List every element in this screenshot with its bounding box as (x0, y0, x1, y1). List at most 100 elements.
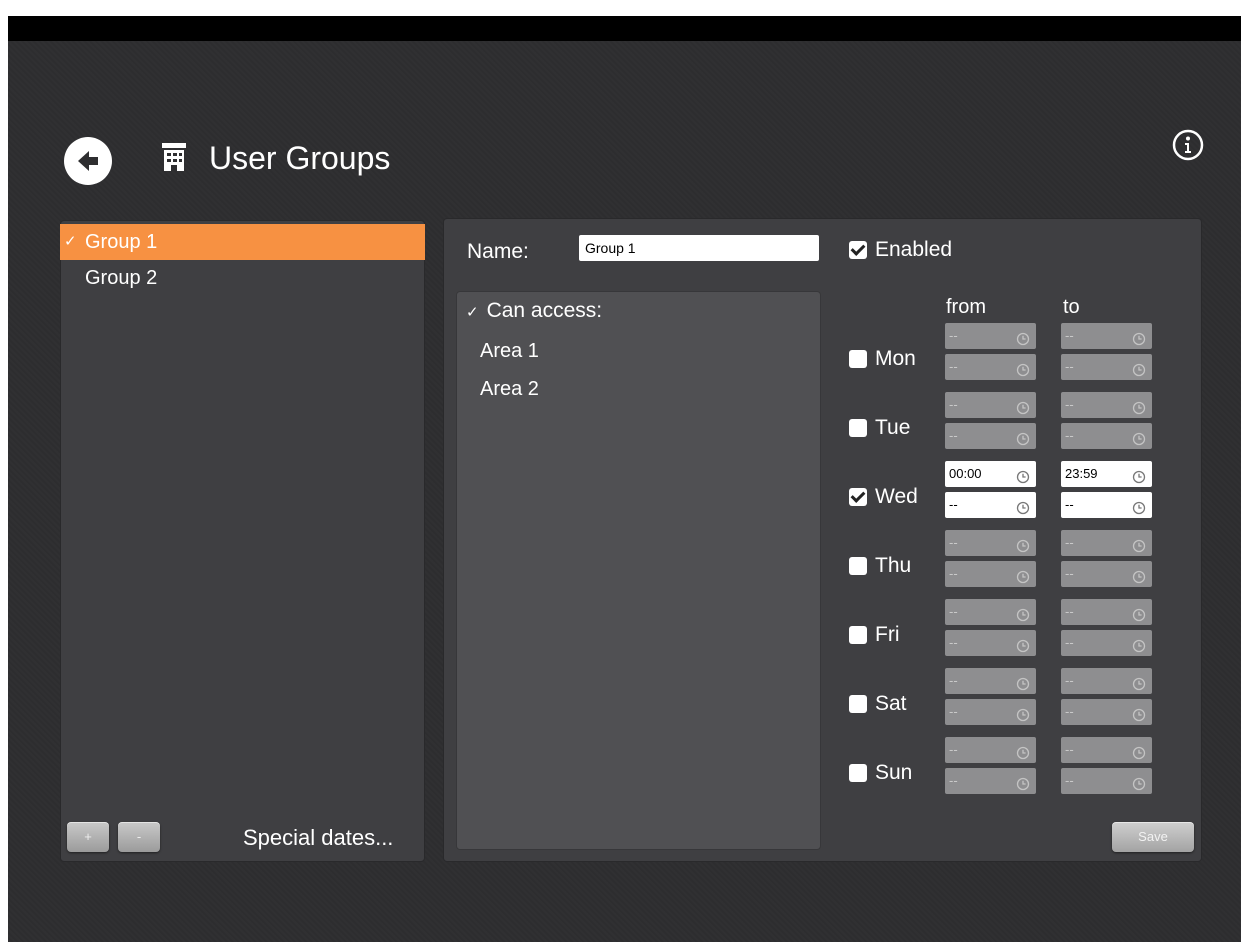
day-toggle-sat[interactable]: Sat (849, 690, 907, 718)
day-toggle-tue[interactable]: Tue (849, 414, 910, 442)
day-checkbox[interactable] (849, 764, 867, 782)
checkmark-icon: ✓ (64, 233, 77, 250)
save-button[interactable]: Save (1112, 822, 1194, 852)
group-label: Group 1 (85, 231, 158, 253)
clock-icon (1016, 360, 1030, 377)
day-toggle-sun[interactable]: Sun (849, 759, 912, 787)
time-value: -- (1065, 742, 1074, 757)
clock-icon (1132, 743, 1146, 760)
day-checkbox[interactable] (849, 350, 867, 368)
group-detail-panel: Name: Enabled ✓ Can access: Area 1 Area 2… (443, 218, 1202, 862)
time-to-field[interactable]: -- (1061, 768, 1152, 794)
remove-group-button[interactable]: - (118, 822, 160, 852)
time-to-field[interactable]: -- (1061, 323, 1152, 349)
time-to-field[interactable]: -- (1061, 561, 1152, 587)
add-group-button[interactable]: + (67, 822, 109, 852)
enabled-checkbox[interactable] (849, 241, 867, 259)
time-from-field[interactable]: -- (945, 323, 1036, 349)
day-toggle-fri[interactable]: Fri (849, 621, 900, 649)
time-to-field[interactable]: -- (1061, 599, 1152, 625)
day-label: Wed (875, 485, 918, 508)
time-from-field[interactable]: -- (945, 392, 1036, 418)
group-list-item[interactable]: Group 2 (60, 260, 425, 296)
time-value: -- (949, 328, 958, 343)
day-label: Fri (875, 623, 900, 646)
time-value: -- (1065, 704, 1074, 719)
time-from-field[interactable]: -- (945, 599, 1036, 625)
area-list-item[interactable]: Area 2 (480, 374, 539, 404)
clock-icon (1016, 705, 1030, 722)
clock-icon (1132, 498, 1146, 515)
time-value: -- (949, 428, 958, 443)
from-column-header: from (946, 296, 986, 318)
time-value: -- (949, 673, 958, 688)
time-from-field[interactable]: -- (945, 768, 1036, 794)
group-label: Group 2 (85, 267, 158, 289)
area-list-item[interactable]: Area 1 (480, 336, 539, 366)
day-checkbox[interactable] (849, 419, 867, 437)
clock-icon (1016, 743, 1030, 760)
time-value: -- (949, 535, 958, 550)
time-value: -- (1065, 328, 1074, 343)
clock-icon (1132, 467, 1146, 484)
time-from-field[interactable]: -- (945, 530, 1036, 556)
time-from-field[interactable]: -- (945, 699, 1036, 725)
time-value: -- (1065, 397, 1074, 412)
access-header[interactable]: ✓ Can access: (466, 296, 602, 328)
day-toggle-thu[interactable]: Thu (849, 552, 911, 580)
clock-icon (1016, 567, 1030, 584)
time-from-field[interactable]: -- (945, 354, 1036, 380)
day-checkbox[interactable] (849, 488, 867, 506)
day-label: Tue (875, 416, 911, 439)
clock-icon (1016, 674, 1030, 691)
time-to-field[interactable]: -- (1061, 668, 1152, 694)
time-from-field[interactable]: -- (945, 668, 1036, 694)
time-value: -- (1065, 359, 1074, 374)
clock-icon (1132, 398, 1146, 415)
back-button[interactable] (64, 137, 112, 185)
day-label: Mon (875, 347, 916, 370)
time-from-field[interactable]: -- (945, 492, 1036, 518)
time-to-field[interactable]: -- (1061, 392, 1152, 418)
name-field[interactable] (579, 235, 819, 261)
enabled-toggle[interactable]: Enabled (849, 236, 952, 264)
day-checkbox[interactable] (849, 557, 867, 575)
app-screen: User Groups ✓ Group 1 Group 2 + - Specia… (8, 16, 1241, 942)
time-value: -- (1065, 604, 1074, 619)
access-header-label: Can access: (486, 299, 603, 322)
day-checkbox[interactable] (849, 695, 867, 713)
time-value: -- (949, 773, 958, 788)
clock-icon (1132, 567, 1146, 584)
day-checkbox[interactable] (849, 626, 867, 644)
time-to-field[interactable]: -- (1061, 737, 1152, 763)
day-toggle-mon[interactable]: Mon (849, 345, 916, 373)
time-to-field[interactable]: -- (1061, 423, 1152, 449)
info-icon[interactable] (1172, 129, 1204, 161)
day-toggle-wed[interactable]: Wed (849, 483, 918, 511)
time-value: -- (949, 359, 958, 374)
time-value: -- (949, 497, 958, 512)
time-to-field[interactable]: -- (1061, 699, 1152, 725)
time-from-field[interactable]: -- (945, 630, 1036, 656)
clock-icon (1016, 329, 1030, 346)
time-from-field[interactable]: 00:00 (945, 461, 1036, 487)
time-value: -- (949, 397, 958, 412)
time-value: -- (1065, 566, 1074, 581)
status-bar (8, 16, 1241, 41)
group-list-item[interactable]: ✓ Group 1 (60, 224, 425, 260)
special-dates-link[interactable]: Special dates... (243, 824, 393, 852)
time-value: -- (949, 704, 958, 719)
time-to-field[interactable]: -- (1061, 354, 1152, 380)
time-from-field[interactable]: -- (945, 423, 1036, 449)
time-value: -- (949, 635, 958, 650)
time-from-field[interactable]: -- (945, 737, 1036, 763)
time-to-field[interactable]: -- (1061, 492, 1152, 518)
day-label: Thu (875, 554, 912, 577)
time-to-field[interactable]: 23:59 (1061, 461, 1152, 487)
clock-icon (1132, 605, 1146, 622)
time-to-field[interactable]: -- (1061, 530, 1152, 556)
clock-icon (1016, 605, 1030, 622)
clock-icon (1016, 498, 1030, 515)
time-from-field[interactable]: -- (945, 561, 1036, 587)
time-to-field[interactable]: -- (1061, 630, 1152, 656)
